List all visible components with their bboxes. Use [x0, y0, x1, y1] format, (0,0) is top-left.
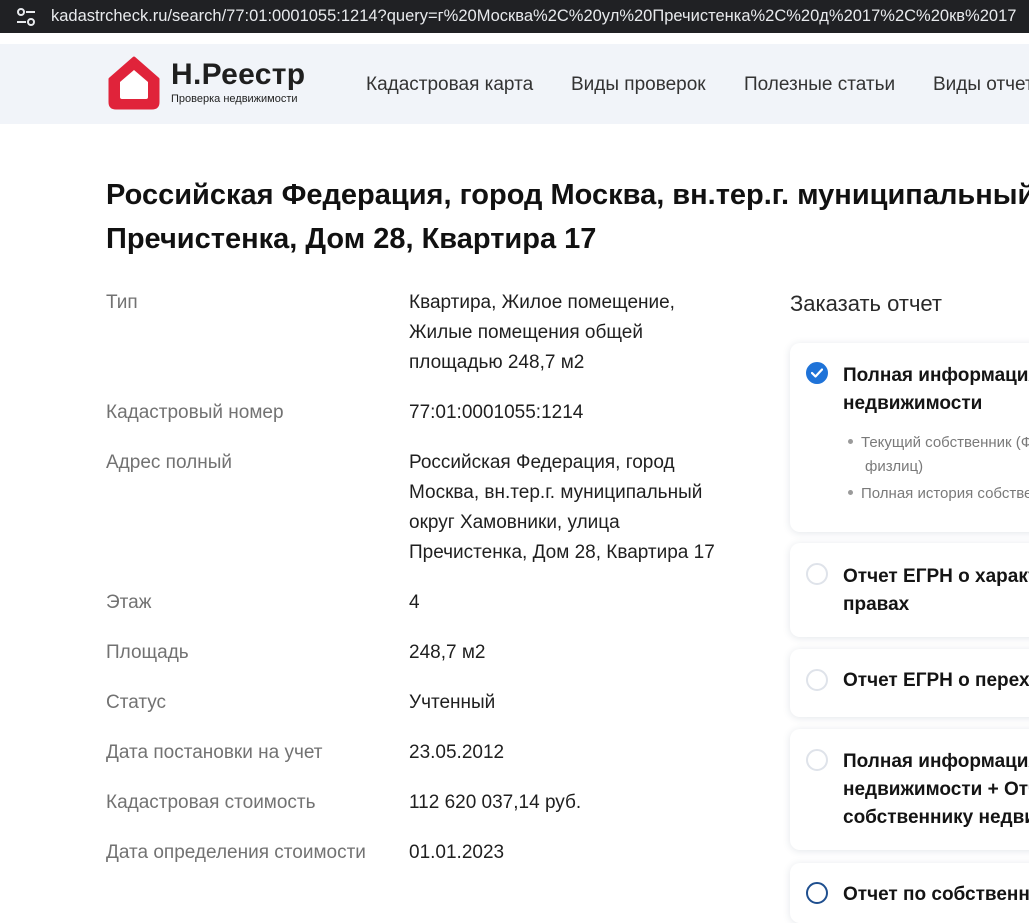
report-option-title: Полная информация об объекте недвижимост… — [843, 362, 1029, 418]
report-feature-bullet-cont: физлиц) — [865, 458, 924, 475]
radio-unchecked-icon[interactable] — [806, 563, 828, 585]
value-line: 248,7 м2 — [409, 642, 486, 663]
report-option-title: Полная информация об объекте недвижимост… — [843, 748, 1029, 832]
detail-label-registration-date: Дата постановки на учет — [106, 742, 323, 763]
detail-value-area: 248,7 м2 — [409, 638, 754, 668]
report-feature-bullet: Полная история собственников — [848, 482, 1029, 505]
report-option-egrn-characteristics[interactable]: Отчет ЕГРН о характеристиках и правах — [790, 543, 1029, 637]
value-line: Москва, вн.тер.г. муниципальный — [409, 482, 703, 503]
detail-label-cadastral-value: Кадастровая стоимость — [106, 792, 316, 813]
value-line: 23.05.2012 — [409, 742, 505, 763]
value-line: Жилые помещения общей — [409, 322, 643, 343]
value-line: Учтенный — [409, 692, 496, 713]
detail-value-address: Российская Федерация, город Москва, вн.т… — [409, 448, 754, 568]
value-line: 77:01:0001055:1214 — [409, 402, 584, 423]
value-line: Квартира, Жилое помещение, — [409, 292, 675, 313]
title-line: Полная информация об объекте — [843, 751, 1029, 772]
value-line: площадью 248,7 м2 — [409, 352, 585, 373]
detail-value-cadastral-value: 112 620 037,14 руб. — [409, 788, 754, 818]
detail-value-valuation-date: 01.01.2023 — [409, 838, 754, 868]
report-option-egrn-transfer[interactable]: Отчет ЕГРН о переходе прав — [790, 649, 1029, 717]
bullet-dot-icon — [848, 438, 853, 444]
detail-value-registration-date: 23.05.2012 — [409, 738, 754, 768]
title-line: Отчет ЕГРН о переходе прав — [843, 670, 1029, 691]
title-line: правах — [843, 594, 910, 615]
detail-label-address: Адрес полный — [106, 452, 232, 473]
report-option-full-info[interactable]: Полная информация об объекте недвижимост… — [790, 343, 1029, 532]
detail-label-type: Тип — [106, 292, 138, 313]
nav-report-types[interactable]: Виды отчетов — [933, 74, 1029, 96]
radio-unchecked-icon[interactable] — [806, 882, 828, 904]
value-line: Российская Федерация, город — [409, 452, 675, 473]
house-logo-icon[interactable] — [106, 55, 162, 111]
nav-cadastral-map[interactable]: Кадастровая карта — [366, 74, 533, 96]
detail-label-status: Статус — [106, 692, 167, 713]
title-line: Отчет по собственнику — [843, 884, 1029, 905]
report-feature-bullet: Текущий собственник (ФИО — [848, 431, 1029, 454]
bullet-text: Текущий собственник (ФИО — [861, 434, 1029, 451]
report-option-full-plus-owner[interactable]: Полная информация об объекте недвижимост… — [790, 729, 1029, 850]
radio-unchecked-icon[interactable] — [806, 749, 828, 771]
browser-address-bar: kadastrcheck.ru/search/77:01:0001055:121… — [0, 0, 1029, 33]
value-line: 01.01.2023 — [409, 842, 505, 863]
bullet-text: Полная история собственников — [861, 485, 1029, 502]
site-settings-icon[interactable] — [15, 6, 37, 28]
detail-value-type: Квартира, Жилое помещение, Жилые помещен… — [409, 288, 754, 378]
brand-tagline: Проверка недвижимости — [171, 93, 298, 105]
nav-articles[interactable]: Полезные статьи — [744, 74, 895, 96]
title-line: Отчет ЕГРН о характеристиках и — [843, 566, 1029, 587]
detail-label-area: Площадь — [106, 642, 189, 663]
bullet-dot-icon — [848, 489, 853, 495]
order-report-heading: Заказать отчет — [790, 291, 942, 316]
value-line: 112 620 037,14 руб. — [409, 792, 582, 813]
report-option-title: Отчет ЕГРН о характеристиках и правах — [843, 563, 1029, 619]
value-line: 4 — [409, 592, 420, 613]
detail-value-floor: 4 — [409, 588, 754, 618]
value-line: Пречистенка, Дом 28, Квартира 17 — [409, 542, 715, 563]
detail-value-cadastral-number: 77:01:0001055:1214 — [409, 398, 754, 428]
page-title: Российская Федерация, город Москва, вн.т… — [106, 173, 1029, 261]
site-header: Н.Реестр Проверка недвижимости Кадастров… — [0, 44, 1029, 124]
title-line: недвижимости — [843, 393, 983, 414]
title-line: собственнику недвижимости — [843, 807, 1029, 828]
report-option-title: Отчет по собственнику — [843, 881, 1029, 909]
page-title-line: Российская Федерация, город Москва, вн.т… — [106, 179, 1029, 211]
brand-name[interactable]: Н.Реестр — [171, 58, 305, 92]
value-line: округ Хамовники, улица — [409, 512, 620, 533]
radio-checked-icon[interactable] — [806, 362, 828, 384]
radio-unchecked-icon[interactable] — [806, 669, 828, 691]
detail-label-floor: Этаж — [106, 592, 152, 613]
report-option-owner[interactable]: Отчет по собственнику — [790, 863, 1029, 923]
nav-check-types[interactable]: Виды проверок — [571, 74, 706, 96]
title-line: недвижимости + Отчет — [843, 779, 1029, 800]
title-line: Полная информация об объекте — [843, 365, 1029, 386]
report-option-title: Отчет ЕГРН о переходе прав — [843, 667, 1029, 695]
detail-value-status: Учтенный — [409, 688, 754, 718]
detail-label-cadastral-number: Кадастровый номер — [106, 402, 284, 423]
url-text[interactable]: kadastrcheck.ru/search/77:01:0001055:121… — [51, 7, 1016, 26]
detail-label-valuation-date: Дата определения стоимости — [106, 842, 366, 863]
page-title-line: Пречистенка, Дом 28, Квартира 17 — [106, 223, 597, 255]
